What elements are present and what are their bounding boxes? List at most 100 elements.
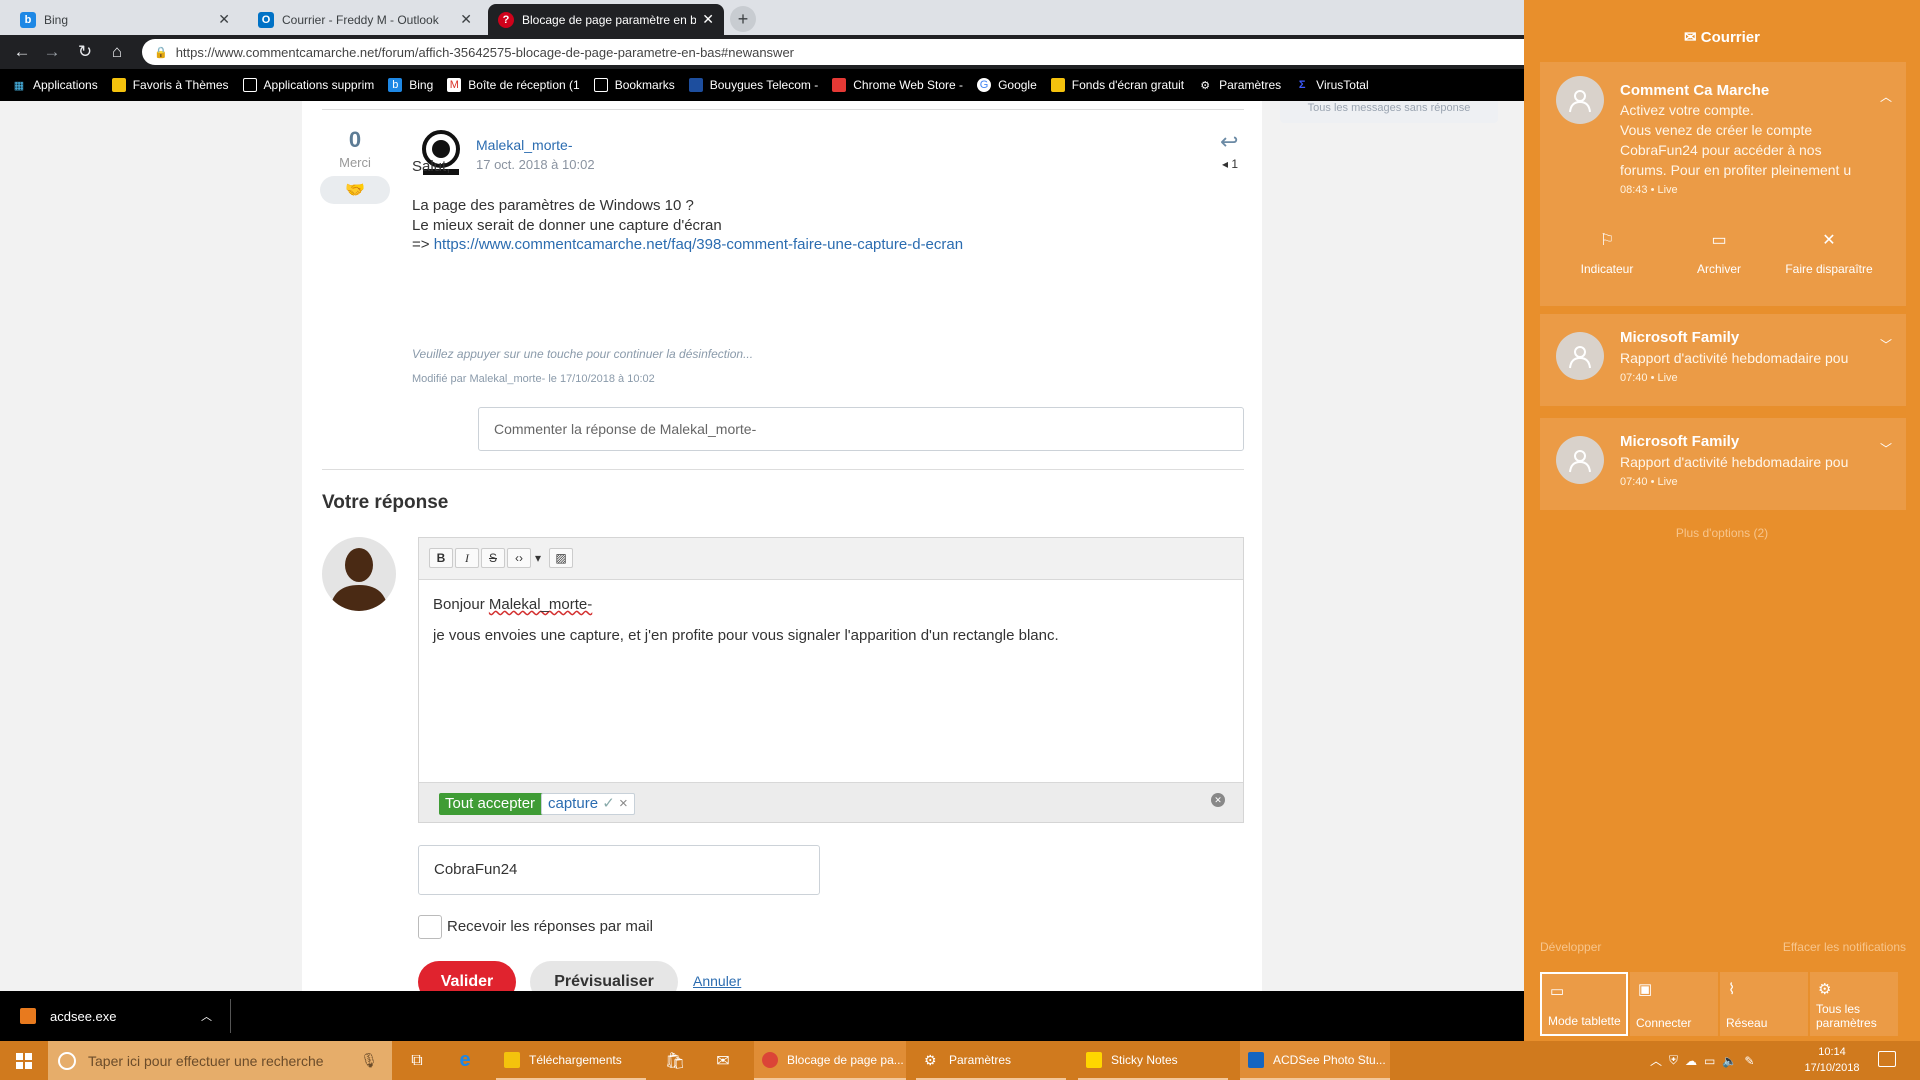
cancel-link[interactable]: Annuler — [693, 973, 741, 989]
chevron-down-icon[interactable]: ﹀ — [1880, 440, 1892, 457]
microphone-icon[interactable]: 🎙 — [360, 1052, 378, 1069]
pen-icon[interactable]: ✎ — [1744, 1054, 1754, 1068]
network-icon[interactable]: ▭ — [1704, 1054, 1715, 1068]
code-button[interactable]: ‹› — [507, 548, 531, 568]
quick-action-network[interactable]: ⌇ Réseau — [1720, 972, 1808, 1036]
strike-button[interactable]: S — [481, 548, 505, 568]
taskbar-search[interactable]: Taper ici pour effectuer une recherche 🎙 — [48, 1041, 392, 1080]
unanswered-messages-link[interactable]: Tous les messages sans réponse — [1280, 101, 1498, 123]
editor-body[interactable]: Bonjour Malekal_morte- je vous envoies u… — [433, 596, 1059, 644]
taskbar-app-sticky-notes[interactable]: Sticky Notes — [1078, 1041, 1228, 1080]
task-view-icon[interactable]: ⧉ — [400, 1041, 434, 1080]
bookmark-label: Applications supprim — [263, 78, 375, 92]
forward-icon[interactable]: → — [42, 42, 62, 62]
flag-action[interactable]: ⚐ Indicateur — [1552, 230, 1662, 276]
wallpaper-icon — [1050, 78, 1065, 92]
bookmark-wallpapers[interactable]: Fonds d'écran gratuit — [1050, 78, 1184, 92]
quick-action-all-settings[interactable]: ⚙ Tous les paramètres — [1810, 972, 1898, 1036]
volume-icon[interactable]: 🔈 — [1722, 1054, 1737, 1068]
bookmark-google[interactable]: G Google — [977, 78, 1037, 92]
chevron-down-icon[interactable]: ﹀ — [1880, 336, 1892, 353]
accept-all-tags-button[interactable]: Tout accepter ✓ — [439, 793, 558, 815]
exe-file-icon — [20, 1008, 36, 1024]
download-item[interactable]: acdsee.exe ︿ — [0, 991, 230, 1041]
bookmark-virustotal[interactable]: Σ VirusTotal — [1295, 78, 1369, 92]
tab-active-ccm[interactable]: ? Blocage de page paramètre en b ✕ — [488, 4, 724, 35]
comment-input[interactable]: Commenter la réponse de Malekal_morte- — [478, 407, 1244, 451]
tab-outlook[interactable]: O Courrier - Freddy M - Outlook ✕ — [248, 4, 482, 35]
submit-button[interactable]: Valider — [418, 961, 516, 991]
edge-icon[interactable]: e — [448, 1041, 482, 1080]
vote-count: 0 — [348, 127, 362, 152]
thanks-handshake-icon[interactable]: 🤝 — [320, 176, 390, 204]
username-field[interactable]: CobraFun24 — [418, 845, 820, 895]
bookmark-bouygues[interactable]: Bouygues Telecom - — [688, 78, 818, 92]
more-options-link[interactable]: Plus d'options (2) — [1524, 526, 1920, 540]
defender-icon[interactable]: ⛨ — [1669, 1053, 1678, 1068]
author-name[interactable]: Malekal_morte- — [476, 137, 572, 153]
tag-label: capture — [548, 795, 599, 812]
preview-button[interactable]: Prévisualiser — [530, 961, 678, 991]
bing-icon: b — [388, 78, 403, 92]
taskbar-app-chrome[interactable]: Blocage de page pa... — [754, 1041, 906, 1080]
address-bar[interactable]: 🔒 https://www.commentcamarche.net/forum/… — [142, 39, 1524, 65]
archive-action[interactable]: ▭ Archiver — [1664, 230, 1774, 276]
tab-label: Bing — [44, 12, 69, 27]
close-icon[interactable]: ✕ — [702, 11, 714, 28]
clear-tags-icon[interactable]: ✕ — [1211, 793, 1225, 807]
taskbar-app-acdsee[interactable]: ACDSee Photo Stu... — [1240, 1041, 1390, 1080]
mail-icon[interactable]: ✉ — [706, 1041, 740, 1080]
notification-group-header: ✉ Courrier — [1524, 28, 1920, 46]
onedrive-icon[interactable]: ☁ — [1685, 1054, 1697, 1068]
bookmark-favoris-themes[interactable]: Favoris à Thèmes — [111, 78, 229, 92]
notification-card[interactable]: Microsoft Family Rapport d'activité hebd… — [1540, 314, 1906, 406]
dismiss-action[interactable]: ✕ Faire disparaître — [1774, 230, 1884, 276]
close-icon[interactable]: ✕ — [460, 11, 472, 28]
bookmark-applications-supprimees[interactable]: Applications supprim — [242, 78, 375, 92]
quick-action-tablet-mode[interactable]: ▭ Mode tablette — [1540, 972, 1628, 1036]
italic-button[interactable]: I — [455, 548, 479, 568]
greeting-prefix: Bonjour — [433, 596, 489, 613]
close-icon[interactable]: ✕ — [218, 11, 230, 28]
new-tab-button[interactable]: + — [730, 6, 756, 32]
taskbar-app-settings[interactable]: ⚙ Paramètres — [916, 1041, 1066, 1080]
taskbar-app-downloads[interactable]: Téléchargements — [496, 1041, 646, 1080]
bookmark-gmail[interactable]: M Boîte de réception (1 — [447, 78, 580, 92]
url-text: https://www.commentcamarche.net/forum/af… — [175, 44, 795, 60]
reply-arrow-icon[interactable]: ↩ — [1220, 129, 1238, 155]
chevron-up-icon[interactable]: ︿ — [201, 1008, 212, 1024]
home-icon[interactable]: ⌂ — [107, 42, 127, 62]
back-icon[interactable]: ← — [12, 42, 32, 62]
bookmarks-bar: ▦ Applications Favoris à Thèmes Applicati… — [0, 69, 1524, 101]
bold-button[interactable]: B — [429, 548, 453, 568]
taskbar-clock[interactable]: 10:14 17/10/2018 — [1794, 1044, 1870, 1076]
notification-line: forums. Pour en profiter pleinement u — [1620, 162, 1852, 178]
tag-capture[interactable]: capture ✓ × — [541, 793, 635, 815]
reload-icon[interactable]: ↻ — [75, 42, 95, 62]
bookmark-applications[interactable]: ▦ Applications — [12, 78, 98, 92]
bookmark-parametres[interactable]: ⚙ Paramètres — [1198, 78, 1281, 92]
chevron-up-icon[interactable]: ︿ — [1880, 88, 1892, 105]
code-dropdown-icon[interactable]: ▾ — [531, 548, 545, 568]
tab-bing[interactable]: b Bing ✕ — [10, 4, 240, 35]
remove-tag-icon[interactable]: × — [619, 795, 628, 812]
flag-icon: ⚐ — [1599, 232, 1615, 249]
faq-link[interactable]: https://www.commentcamarche.net/faq/398-… — [434, 236, 963, 253]
quick-action-label: Mode tablette — [1548, 1014, 1621, 1028]
image-button[interactable]: ▨ — [549, 548, 573, 568]
notification-card[interactable]: Comment Ca Marche Activez votre compte. … — [1540, 62, 1906, 306]
start-button[interactable] — [0, 1041, 48, 1080]
notification-center-icon[interactable] — [1878, 1051, 1896, 1067]
notification-card[interactable]: Microsoft Family Rapport d'activité hebd… — [1540, 418, 1906, 510]
browser-toolbar: ← → ↻ ⌂ 🔒 https://www.commentcamarche.ne… — [0, 35, 1524, 69]
clear-notifications-link[interactable]: Effacer les notifications — [1783, 940, 1906, 954]
quick-action-connect[interactable]: ▣ Connecter — [1630, 972, 1718, 1036]
bookmark-webstore[interactable]: Chrome Web Store - — [832, 78, 963, 92]
bookmark-bookmarks[interactable]: Bookmarks — [593, 78, 675, 92]
expand-link[interactable]: Développer — [1540, 940, 1601, 954]
mail-notify-checkbox[interactable] — [418, 915, 442, 939]
check-icon[interactable]: ✓ — [602, 795, 615, 812]
chevron-up-icon[interactable]: ︿ — [1650, 1052, 1662, 1069]
store-icon[interactable]: 🛍 — [658, 1041, 692, 1080]
bookmark-bing[interactable]: b Bing — [388, 78, 433, 92]
